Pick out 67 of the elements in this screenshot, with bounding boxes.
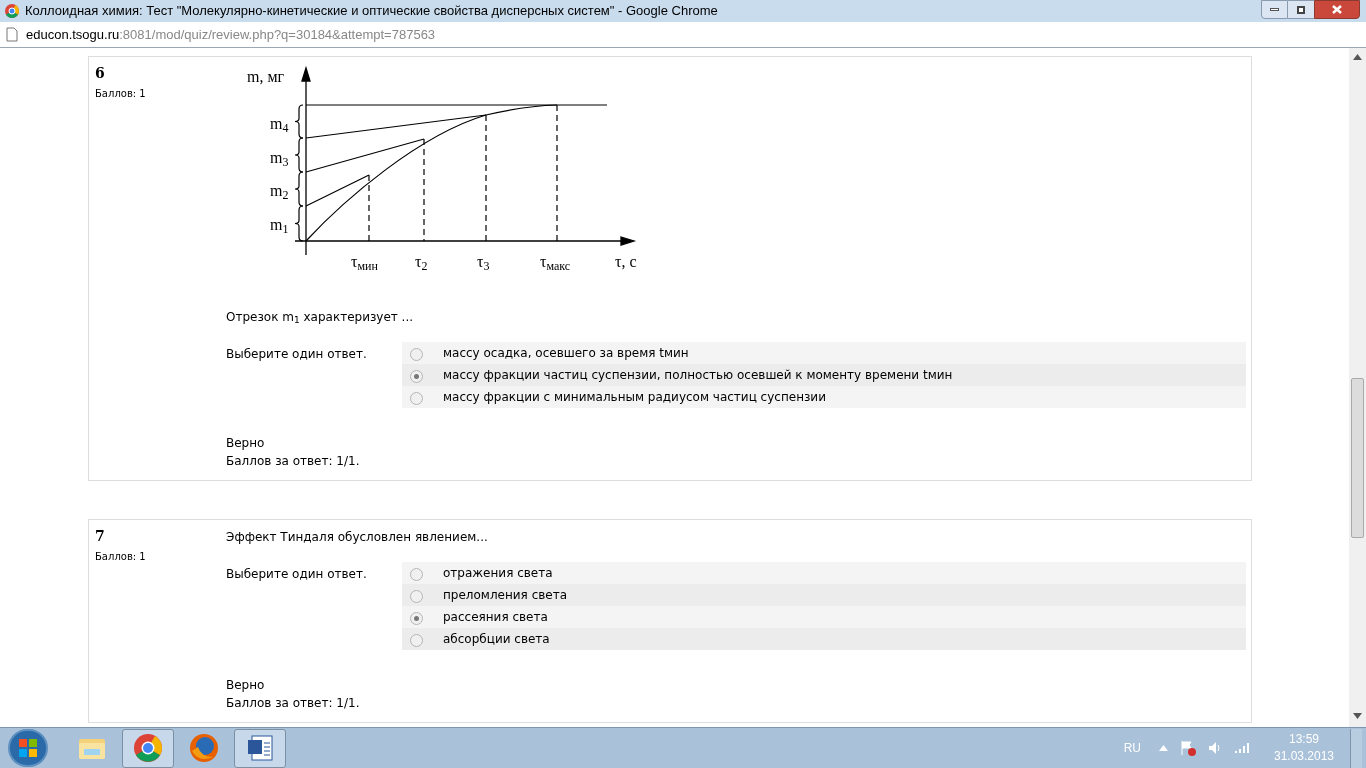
close-icon [1332, 5, 1342, 14]
radio-button[interactable] [410, 392, 423, 405]
question-number: 6 [95, 64, 106, 83]
address-field[interactable]: educon.tsogu.ru:8081/mod/quiz/review.php?q=30184&attempt=787563 [26, 24, 436, 45]
x-time-label: τ$_{2}$ [415, 252, 428, 274]
answer-option[interactable]: отражения света [402, 562, 1246, 584]
radio-button[interactable] [410, 370, 423, 383]
answer-prompt: Выберите один ответ. [226, 566, 368, 583]
score-text: Баллов за ответ: 1/1. [226, 453, 361, 470]
answer-option[interactable]: рассеяния света [402, 606, 1246, 628]
y-axis-label: m, мг [247, 67, 285, 87]
x-axis-label: τ, с [615, 252, 637, 272]
answer-text: отражения света [443, 565, 553, 582]
y-segment-label: m$_{3}$ [270, 147, 289, 170]
answer-text: абсорбции света [443, 631, 550, 648]
radio-button[interactable] [410, 348, 423, 361]
answer-option[interactable]: массу фракции частиц суспензии, полностью осевшей к моменту времени tмин [402, 364, 1246, 386]
answer-option[interactable]: массу осадка, осевшего за время tмин [402, 342, 1246, 364]
radio-button[interactable] [410, 612, 423, 625]
restore-button[interactable] [1288, 0, 1314, 19]
radio-button[interactable] [410, 634, 423, 647]
answer-option[interactable]: массу фракции с минимальным радиусом частиц суспензии [402, 386, 1246, 408]
scrollbar-thumb[interactable] [1351, 378, 1364, 538]
speaker-icon[interactable] [1208, 741, 1222, 755]
show-desktop-button[interactable] [1350, 728, 1362, 768]
score-text: Баллов за ответ: 1/1. [226, 695, 361, 712]
y-segment-label: m$_{4}$ [270, 114, 289, 136]
answer-option[interactable]: абсорбции света [402, 628, 1246, 650]
x-time-label: τ$_{мин}$ [351, 252, 378, 274]
scroll-down-icon[interactable] [1353, 713, 1362, 719]
question-points: Баллов: 1 [95, 550, 147, 564]
answer-option[interactable]: преломления света [402, 584, 1246, 606]
answer-text: массу фракции частиц суспензии, полностью осевшей к моменту времени tмин [443, 367, 953, 384]
start-button[interactable] [8, 729, 48, 767]
close-button[interactable] [1314, 0, 1360, 19]
page-icon [6, 27, 18, 42]
question-text: Эффект Тиндаля обусловлен явлением... [226, 529, 489, 546]
taskbar-button[interactable] [234, 728, 286, 768]
answer-text: рассеяния света [443, 609, 548, 626]
answer-text: массу осадка, осевшего за время tмин [443, 345, 689, 362]
signal-icon[interactable] [1234, 742, 1250, 754]
minimize-button[interactable] [1261, 0, 1288, 19]
question-number: 7 [95, 527, 106, 546]
x-time-label: τ$_{макс}$ [540, 252, 571, 274]
document-icon [246, 734, 274, 762]
taskbar-button[interactable] [122, 728, 174, 768]
windows-logo-icon [18, 738, 38, 758]
show-hidden-icons-icon[interactable] [1159, 745, 1168, 751]
answer-prompt: Выберите один ответ. [226, 346, 368, 363]
answer-text: преломления света [443, 587, 568, 604]
flag-error-icon[interactable] [1180, 740, 1196, 756]
result-text: Верно [226, 677, 266, 694]
result-text: Верно [226, 435, 266, 452]
y-segment-label: m$_{1}$ [270, 214, 289, 237]
answer-text: массу фракции с минимальным радиусом частиц суспензии [443, 389, 826, 406]
radio-button[interactable] [410, 568, 423, 581]
x-time-label: τ$_{3}$ [477, 252, 490, 274]
question-text: Отрезок m$_{1}$ характеризует ... [226, 309, 415, 326]
question-points: Баллов: 1 [95, 87, 147, 101]
scrollbar[interactable] [1349, 48, 1366, 727]
chrome-icon [133, 733, 163, 763]
radio-button[interactable] [410, 590, 423, 603]
globe-icon [189, 733, 219, 763]
y-segment-label: m$_{2}$ [270, 181, 289, 203]
chrome-icon [4, 3, 20, 19]
window-title: Коллоидная химия: Тест "Молекулярно-кинетические и оптические свойства дисперсных систем" - Google Chrome [25, 2, 718, 21]
scroll-up-icon[interactable] [1353, 54, 1362, 60]
